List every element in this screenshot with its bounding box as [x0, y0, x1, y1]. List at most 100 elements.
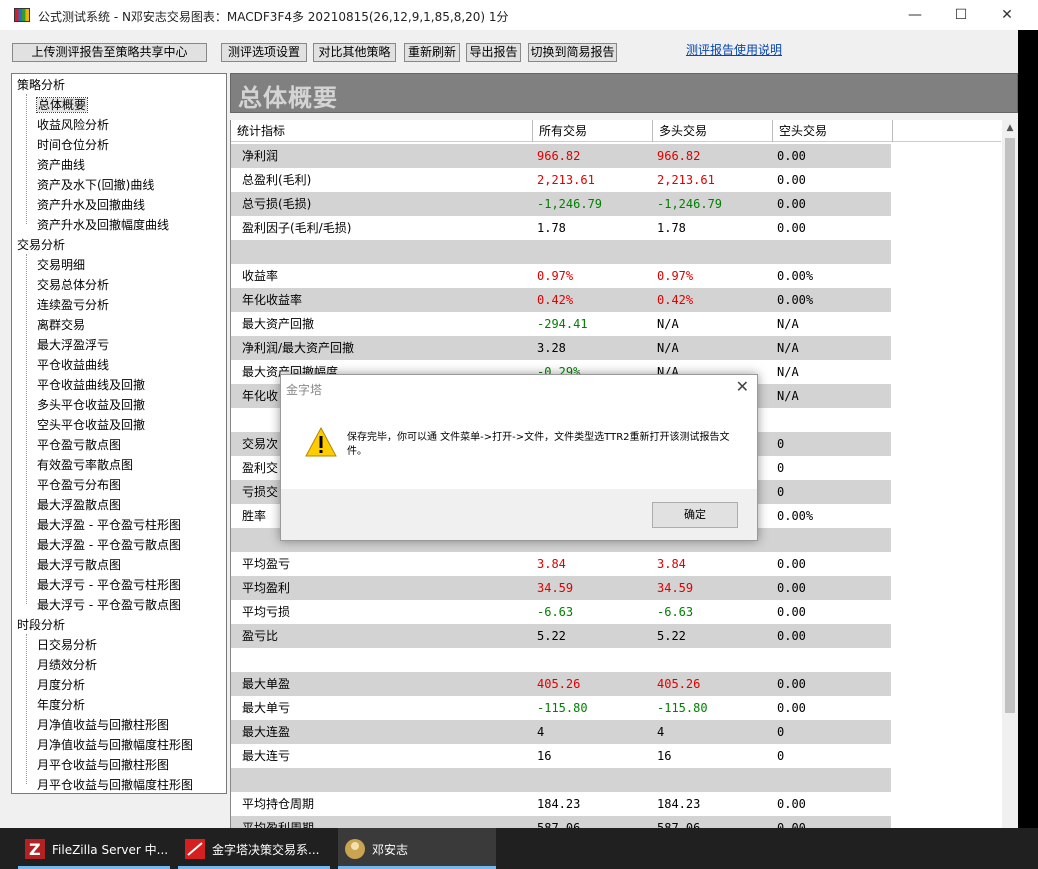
tree-item-overview[interactable]: 总体概要 [35, 95, 89, 115]
simple-report-button[interactable]: 切换到简易报告 [528, 43, 617, 62]
tree-item[interactable]: 交易明细 [37, 255, 85, 275]
tree-item[interactable]: 最大浮盈 - 平仓盈亏柱形图 [37, 515, 181, 535]
tree-item[interactable]: 月平仓收益与回撤幅度柱形图 [37, 775, 193, 793]
message-dialog: 金字塔 ✕ 保存完毕，你可以通 文件菜单->打开->文件，文件类型选TTR2重新… [280, 374, 758, 541]
tree-item[interactable]: 最大浮盈散点图 [37, 495, 121, 515]
cell-all: 34.59 [537, 581, 574, 595]
tree-item[interactable]: 月平仓收益与回撤柱形图 [37, 755, 169, 775]
table-row[interactable]: 平均盈利 34.59 34.59 0.00 [231, 576, 891, 600]
table-row[interactable]: 平均持仓周期 184.23 184.23 0.00 [231, 792, 891, 816]
table-row[interactable]: 净利润/最大资产回撤 3.28 N/A N/A [231, 336, 891, 360]
tree-item[interactable]: 资产升水及回撤曲线 [37, 195, 145, 215]
table-row[interactable] [231, 240, 891, 264]
tree-item[interactable]: 空头平仓收益及回撤 [37, 415, 145, 435]
filezilla-icon: Z [25, 839, 45, 859]
upload-report-button[interactable]: 上传测评报告至策略共享中心 [12, 43, 207, 62]
table-row[interactable]: 最大单亏 -115.80 -115.80 0.00 [231, 696, 891, 720]
svg-text:Z: Z [29, 840, 41, 859]
column-header[interactable]: 所有交易 [533, 120, 653, 142]
table-row[interactable]: 平均盈利周期 587.06 587.06 0.00 [231, 816, 891, 828]
tree-item[interactable]: 时间仓位分析 [37, 135, 109, 155]
help-link[interactable]: 测评报告使用说明 [686, 41, 782, 58]
minimize-button[interactable]: — [892, 0, 938, 30]
table-row[interactable]: 净利润 966.82 966.82 0.00 [231, 144, 891, 168]
app-icon [14, 8, 30, 22]
row-label: 平均亏损 [242, 605, 291, 619]
tree-item[interactable]: 资产曲线 [37, 155, 85, 175]
section-title: 总体概要 [238, 84, 338, 112]
row-label: 最大单亏 [242, 701, 291, 715]
dialog-close-icon[interactable]: ✕ [736, 377, 749, 396]
cell-all: 966.82 [537, 149, 581, 163]
row-label: 平均持仓周期 [242, 797, 315, 811]
tree-item[interactable]: 交易总体分析 [37, 275, 109, 295]
ok-button[interactable]: 确定 [652, 502, 738, 528]
export-report-button[interactable]: 导出报告 [466, 43, 521, 62]
tree-item[interactable]: 月绩效分析 [37, 655, 97, 675]
tree-group-period[interactable]: 时段分析 [17, 615, 65, 635]
tree-item[interactable]: 最大浮亏 - 平仓盈亏柱形图 [37, 575, 181, 595]
tree-item[interactable]: 连续盈亏分析 [37, 295, 109, 315]
tree-item[interactable]: 平仓盈亏分布图 [37, 475, 121, 495]
table-row[interactable]: 盈利因子(毛利/毛损) 1.78 1.78 0.00 [231, 216, 891, 240]
table-row[interactable]: 总亏损(毛损) -1,246.79 -1,246.79 0.00 [231, 192, 891, 216]
cell-short: 0 [777, 461, 785, 475]
table-row[interactable]: 平均盈亏 3.84 3.84 0.00 [231, 552, 891, 576]
cell-long: 966.82 [657, 149, 701, 163]
table-row[interactable]: 平均亏损 -6.63 -6.63 0.00 [231, 600, 891, 624]
tree-item[interactable]: 最大浮盈 - 平仓盈亏散点图 [37, 535, 181, 555]
table-row[interactable] [231, 768, 891, 792]
tree-item[interactable]: 月度分析 [37, 675, 85, 695]
tree-group-trade[interactable]: 交易分析 [17, 235, 65, 255]
table-row[interactable]: 年化收益率 0.42% 0.42% 0.00% [231, 288, 891, 312]
tree-item[interactable]: 资产升水及回撤幅度曲线 [37, 215, 169, 235]
table-row[interactable]: 最大连亏 16 16 0 [231, 744, 891, 768]
tree-item[interactable]: 有效盈亏率散点图 [37, 455, 133, 475]
table-row[interactable]: 最大连盈 4 4 0 [231, 720, 891, 744]
tree-item[interactable]: 最大浮盈浮亏 [37, 335, 109, 355]
cell-long: -1,246.79 [657, 197, 723, 211]
tree-item[interactable]: 月净值收益与回撤柱形图 [37, 715, 169, 735]
vertical-scrollbar[interactable]: ▲ [1002, 120, 1016, 828]
scrollbar-thumb[interactable] [1005, 138, 1015, 713]
column-header[interactable]: 空头交易 [773, 120, 893, 142]
row-label: 净利润 [242, 149, 279, 163]
tree-group-strategy[interactable]: 策略分析 [17, 75, 65, 95]
section-header: 总体概要 [230, 73, 1018, 113]
table-row[interactable]: 收益率 0.97% 0.97% 0.00% [231, 264, 891, 288]
cell-short: 0.00 [777, 221, 806, 235]
scroll-up-icon[interactable]: ▲ [1002, 120, 1016, 136]
table-row[interactable] [231, 648, 891, 672]
tree-item[interactable]: 年度分析 [37, 695, 85, 715]
column-header[interactable]: 多头交易 [653, 120, 773, 142]
column-header[interactable]: 统计指标 [231, 120, 533, 142]
taskbar-label: 金字塔决策交易系... [212, 843, 320, 857]
maximize-button[interactable]: ☐ [938, 0, 984, 30]
compare-strategy-button[interactable]: 对比其他策略 [313, 43, 396, 62]
tree-item[interactable]: 最大浮亏 - 平仓盈亏散点图 [37, 595, 181, 615]
tree-item[interactable]: 平仓盈亏散点图 [37, 435, 121, 455]
close-button[interactable]: ✕ [984, 0, 1030, 30]
tree-item[interactable]: 离群交易 [37, 315, 85, 335]
cell-short: 0.00 [777, 629, 806, 643]
taskbar-item-user[interactable]: 邓安志 [338, 828, 496, 869]
tree-item[interactable]: 日交易分析 [37, 635, 97, 655]
table-row[interactable]: 最大单盈 405.26 405.26 0.00 [231, 672, 891, 696]
cell-all: 405.26 [537, 677, 581, 691]
cell-short: 0.00 [777, 197, 806, 211]
table-row[interactable]: 最大资产回撤 -294.41 N/A N/A [231, 312, 891, 336]
cell-short: N/A [777, 341, 799, 355]
table-row[interactable]: 总盈利(毛利) 2,213.61 2,213.61 0.00 [231, 168, 891, 192]
taskbar-item-pyramid[interactable]: 金字塔决策交易系... [178, 828, 330, 869]
tree-item[interactable]: 平仓收益曲线 [37, 355, 109, 375]
tree-item[interactable]: 多头平仓收益及回撤 [37, 395, 145, 415]
tree-item[interactable]: 月净值收益与回撤幅度柱形图 [37, 735, 193, 755]
tree-item[interactable]: 最大浮亏散点图 [37, 555, 121, 575]
taskbar-item-filezilla[interactable]: Z FileZilla Server 中... [18, 828, 170, 869]
refresh-button[interactable]: 重新刷新 [404, 43, 460, 62]
tree-item[interactable]: 平仓收益曲线及回撤 [37, 375, 145, 395]
tree-item[interactable]: 资产及水下(回撤)曲线 [37, 175, 154, 195]
tree-item[interactable]: 收益风险分析 [37, 115, 109, 135]
test-options-button[interactable]: 测评选项设置 [221, 43, 307, 62]
table-row[interactable]: 盈亏比 5.22 5.22 0.00 [231, 624, 891, 648]
